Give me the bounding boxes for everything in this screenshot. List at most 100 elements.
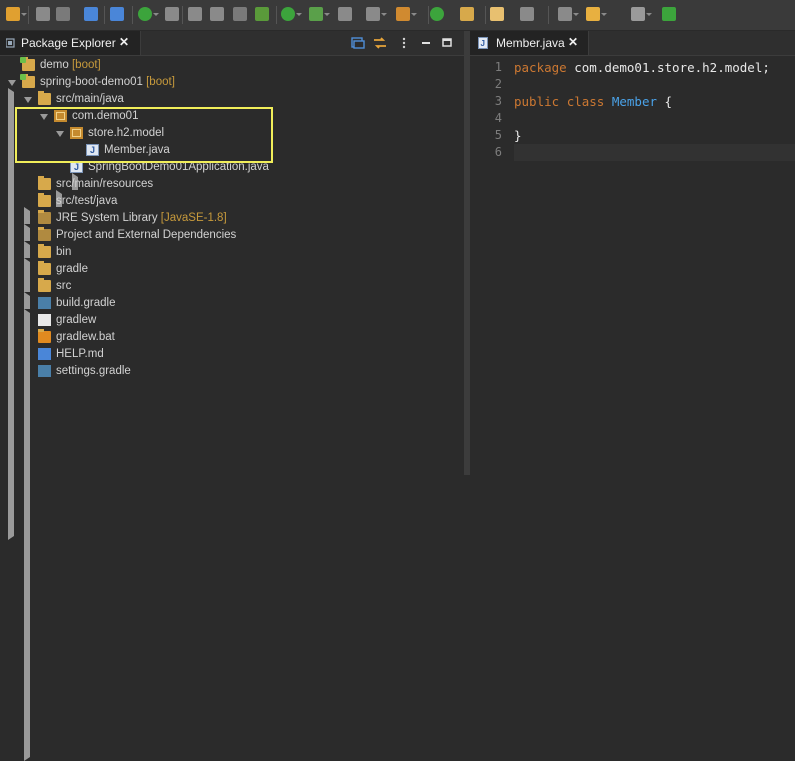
table-icon[interactable] [210,7,224,21]
minimize-icon[interactable] [421,36,431,50]
next-edit-icon[interactable] [520,7,534,21]
back-icon[interactable] [586,7,607,21]
tree-item[interactable]: gradlew [0,312,464,329]
folder-icon [38,261,51,275]
forward-icon[interactable] [631,7,652,21]
tree-item[interactable]: src/main/resources [0,176,464,659]
tree-item-label: gradlew.bat [56,331,115,343]
tree-item-label: src/main/resources [56,178,154,190]
line-number: 4 [494,111,502,125]
tree-item[interactable]: build.gradle [0,295,464,312]
toolbar-separator [182,6,183,24]
tree-item-label: src [56,280,72,292]
editor-tabbar: J Member.java ✕ [470,31,795,56]
tree-item-label: build.gradle [56,297,116,309]
folder-icon [38,244,51,258]
tree-item-label: HELP.md [56,348,104,360]
stop-icon[interactable] [338,7,352,21]
source-folder-icon [38,91,51,105]
line-number: 5 [494,128,502,142]
tree-item[interactable]: Project and External Dependencies [0,227,464,710]
gradle-file-icon [38,365,51,377]
save-icon[interactable] [36,7,50,21]
tree-item[interactable]: src [0,278,464,761]
code-token: class [566,94,605,109]
tree-item[interactable]: src/test/java [0,193,464,676]
tree-item[interactable]: settings.gradle [0,363,464,380]
tree-item-label: Project and External Dependencies [56,229,237,241]
paint-icon[interactable] [490,7,504,21]
package-explorer-tabbar: Package Explorer ✕ [0,31,464,56]
current-line-highlight [514,144,795,161]
toolbar-separator [28,6,29,24]
tree-item[interactable]: spring-boot-demo01 [boot] [0,74,464,91]
close-icon[interactable]: ✕ [568,35,578,49]
tree-item[interactable]: gradle [0,261,464,744]
tree-item[interactable]: gradlew.bat [0,329,464,346]
tree-item-label: gradlew [56,314,97,326]
text-file-icon [38,314,51,326]
mark-occurrences-icon[interactable] [165,7,179,21]
code-token: { [657,94,673,109]
library-icon [38,227,51,241]
editor-view: J Member.java ✕ 1 2 3 4 5 6 package com.demo0… [470,31,795,475]
tree-item-label: demo [boot] [40,59,101,71]
external-tools-icon[interactable] [366,7,387,21]
toolbar-separator [276,6,277,24]
toolbar-separator [132,6,133,24]
project-icon [20,57,35,71]
line-number: 6 [494,145,502,159]
next-annotation-icon[interactable] [255,7,269,21]
source-folder-icon [38,193,51,207]
new-package-icon[interactable] [396,7,417,21]
new-icon[interactable] [6,7,27,21]
toolbar-separator [104,6,105,24]
library-icon [38,210,51,224]
chevron-down-icon[interactable] [8,80,16,86]
code-token: } [514,128,522,143]
code-token: package [514,60,567,75]
code-line[interactable]: package com.demo01.store.h2.model; [514,59,770,76]
edit-icon[interactable] [188,7,202,21]
tree-item-label: gradle [56,263,88,275]
tree-item[interactable]: bin [0,244,464,261]
save-all-icon[interactable] [56,7,70,21]
debug-icon[interactable] [309,7,330,21]
open-type-icon[interactable] [460,7,474,21]
java-file-icon: J [478,37,488,49]
view-menu-icon[interactable] [401,36,407,50]
tab-package-explorer[interactable]: Package Explorer ✕ [0,31,141,55]
chevron-down-icon[interactable] [24,97,32,103]
collapse-all-icon[interactable] [351,36,365,50]
tree-item-label: spring-boot-demo01 [boot] [40,76,175,88]
tree-item-label: src/main/java [56,93,124,105]
open-perspective-icon[interactable] [662,7,676,21]
package-explorer-icon [5,38,16,48]
code-token: Member [611,94,658,109]
show-whitespace-icon[interactable] [233,7,247,21]
skip-breakpoints-icon[interactable] [110,7,124,21]
tree-item-decoration: [JavaSE-1.8] [157,212,227,224]
code-line[interactable]: public class Member { [514,93,672,110]
tree-item[interactable]: demo [boot] [0,57,464,540]
close-icon[interactable]: ✕ [119,35,129,49]
refresh-icon[interactable] [430,7,444,21]
run-springboot-icon[interactable] [138,7,159,21]
svg-text:J: J [481,39,485,48]
tab-member-java[interactable]: J Member.java ✕ [470,31,589,55]
publish-icon[interactable] [84,7,98,21]
line-number-gutter: 1 2 3 4 5 6 [470,55,508,475]
maximize-icon[interactable] [442,36,452,50]
pin-icon[interactable] [558,7,579,21]
tree-item[interactable]: HELP.md [0,346,464,363]
tree-item[interactable]: src/main/java [0,91,464,108]
toolbar-separator [485,6,486,24]
tree-item[interactable]: JRE System Library [JavaSE-1.8] [0,210,464,693]
source-folder-icon [38,176,51,190]
run-icon[interactable] [281,7,302,21]
script-file-icon [38,329,51,343]
link-with-editor-icon[interactable] [372,36,388,50]
code-line[interactable]: } [514,127,522,144]
